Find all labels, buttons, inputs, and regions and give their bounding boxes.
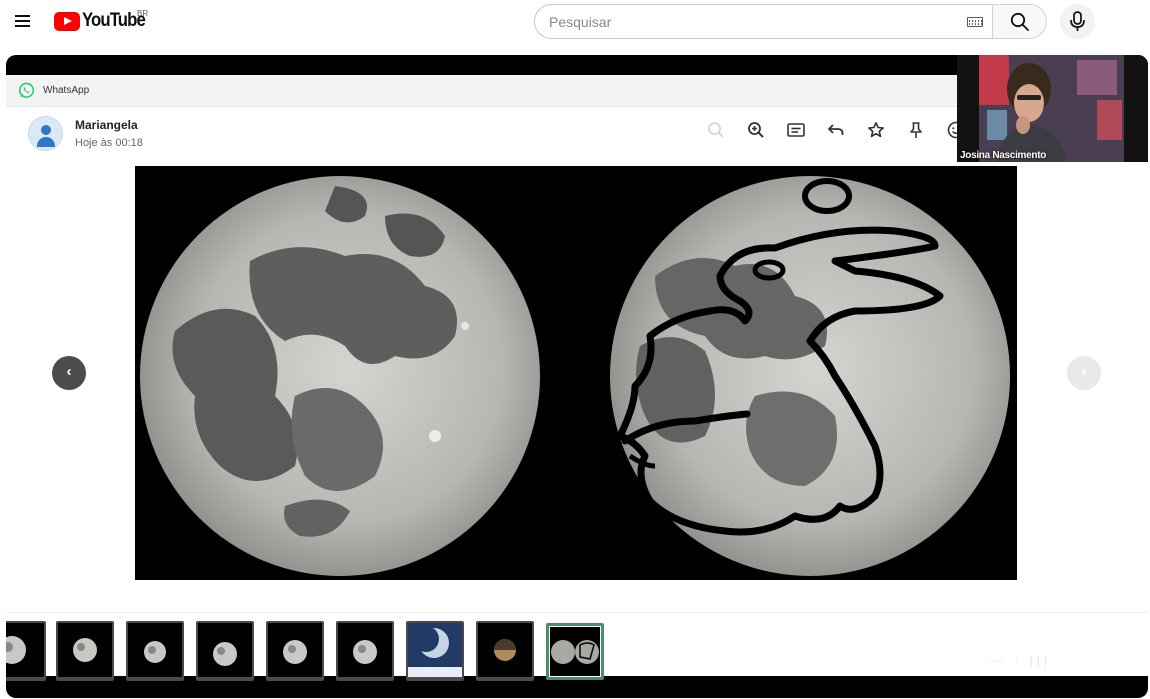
- thumbnail-strip: — · |||: [6, 612, 1148, 681]
- zoom-out-button[interactable]: [696, 118, 736, 142]
- thumbnail-3[interactable]: [126, 621, 184, 681]
- media-toolbar: [696, 118, 976, 142]
- youtube-play-icon: [54, 11, 80, 31]
- star-button[interactable]: [856, 118, 896, 142]
- caption-button[interactable]: [776, 118, 816, 142]
- voice-search-button[interactable]: [1060, 4, 1095, 39]
- moon-right: [610, 176, 1010, 576]
- moon-rabbit-image[interactable]: [135, 166, 1017, 580]
- thumbnail-9-selected[interactable]: [546, 623, 604, 680]
- whatsapp-title: WhatsApp: [43, 85, 90, 96]
- pin-icon: [910, 122, 922, 138]
- video-player[interactable]: WhatsApp Mariangela Hoje às 00:18 ‹ › — …: [6, 55, 1148, 698]
- zoom-in-icon: [748, 122, 764, 138]
- zoom-in-button[interactable]: [736, 118, 776, 142]
- thumbnail-6[interactable]: [336, 621, 394, 681]
- moon-left: [140, 176, 540, 576]
- whatsapp-media-viewer: WhatsApp Mariangela Hoje às 00:18 ‹ › — …: [6, 75, 1148, 681]
- caption-icon: [787, 123, 805, 137]
- contact-name[interactable]: Mariangela: [75, 118, 138, 132]
- reply-icon: [828, 124, 844, 135]
- thumbnail-7[interactable]: [406, 621, 464, 681]
- webcam-feed: [957, 55, 1148, 162]
- search-icon: [1010, 12, 1029, 31]
- search-input[interactable]: [549, 5, 949, 38]
- previous-image-button[interactable]: ‹: [52, 356, 86, 390]
- hamburger-menu-icon[interactable]: [12, 10, 36, 32]
- thumbnail-5[interactable]: [266, 621, 324, 681]
- avatar[interactable]: [28, 116, 63, 151]
- presenter-webcam: Josina Nascimento: [957, 55, 1148, 162]
- whatsapp-logo-icon: [18, 82, 35, 98]
- youtube-masthead: YouTube BR: [0, 0, 1150, 44]
- youtube-logo-text: YouTube: [82, 10, 146, 31]
- microphone-icon: [1070, 11, 1085, 31]
- zoom-out-icon: [708, 122, 724, 138]
- reply-button[interactable]: [816, 118, 856, 142]
- thumbnail-2[interactable]: [56, 621, 114, 681]
- keyboard-icon[interactable]: [967, 17, 983, 27]
- message-timestamp: Hoje às 00:18: [75, 137, 143, 149]
- presenter-name: Josina Nascimento: [960, 150, 1047, 161]
- next-image-button[interactable]: ›: [1067, 356, 1101, 390]
- pin-button[interactable]: [896, 118, 936, 142]
- chevron-right-icon: ›: [1081, 363, 1087, 380]
- image-viewer: ‹ ›: [6, 163, 1148, 608]
- search-box: [534, 4, 993, 39]
- chevron-left-icon: ‹: [66, 363, 72, 380]
- thumbnail-4[interactable]: [196, 621, 254, 681]
- faint-controls: — · |||: [991, 653, 1052, 667]
- moon-comparison-svg: [140, 176, 1010, 576]
- search-button[interactable]: [992, 4, 1047, 39]
- star-icon: [868, 122, 884, 138]
- country-code: BR: [137, 9, 149, 18]
- thumbnail-8[interactable]: [476, 621, 534, 681]
- thumbnail-1[interactable]: [6, 621, 46, 681]
